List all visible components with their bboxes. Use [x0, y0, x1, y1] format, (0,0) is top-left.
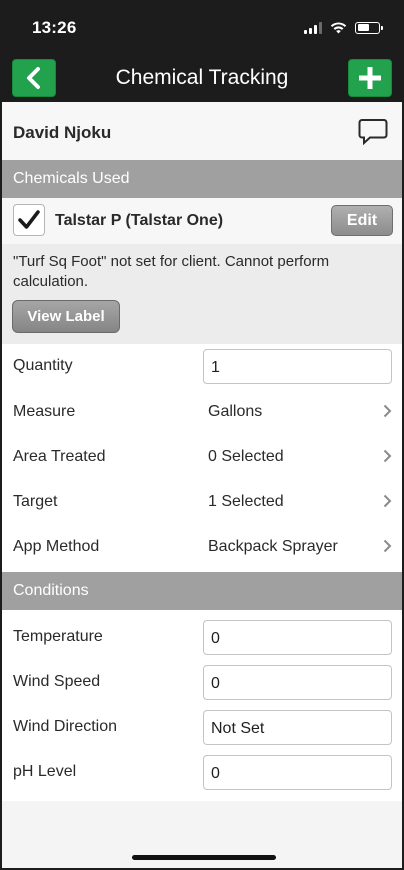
- chevron-right-icon: [383, 539, 392, 553]
- wind-direction-label: Wind Direction: [13, 718, 118, 735]
- wind-speed-label: Wind Speed: [13, 673, 101, 690]
- checkmark-icon: [18, 210, 40, 229]
- warning-text: "Turf Sq Foot" not set for client. Canno…: [13, 253, 330, 290]
- target-value: 1 Selected: [208, 493, 284, 510]
- status-time: 13:26: [32, 18, 77, 37]
- calculation-warning: "Turf Sq Foot" not set for client. Canno…: [2, 244, 402, 344]
- app-method-label: App Method: [13, 538, 100, 555]
- temperature-input[interactable]: 0: [203, 620, 392, 655]
- chat-bubble-icon[interactable]: [358, 118, 388, 146]
- ph-level-label: pH Level: [13, 763, 77, 780]
- ph-level-input[interactable]: 0: [203, 755, 392, 790]
- area-treated-row[interactable]: Area Treated 0 Selected: [2, 435, 402, 480]
- view-label-button[interactable]: View Label: [12, 300, 120, 333]
- plus-icon: [359, 67, 381, 89]
- nav-bar: Chemical Tracking: [2, 54, 402, 102]
- ph-level-row: pH Level 0: [2, 750, 402, 795]
- edit-button[interactable]: Edit: [331, 205, 393, 236]
- app-method-value: Backpack Sprayer: [208, 538, 338, 555]
- app-frame: 13:26 Chemical Tracking David Njoku Chem…: [0, 0, 404, 870]
- chevron-right-icon: [383, 494, 392, 508]
- chevron-right-icon: [383, 449, 392, 463]
- section-header-chemicals: Chemicals Used: [2, 160, 402, 198]
- status-bar: 13:26: [2, 2, 402, 54]
- cellular-signal-icon: [304, 21, 322, 34]
- temperature-label: Temperature: [13, 628, 103, 645]
- wind-direction-input[interactable]: Not Set: [203, 710, 392, 745]
- temperature-row: Temperature 0: [2, 615, 402, 660]
- chemical-row: Talstar P (Talstar One) Edit: [2, 198, 402, 244]
- wind-direction-row: Wind Direction Not Set: [2, 705, 402, 750]
- quantity-label: Quantity: [13, 357, 73, 374]
- client-name: David Njoku: [13, 123, 112, 142]
- wind-speed-input[interactable]: 0: [203, 665, 392, 700]
- chevron-right-icon: [383, 404, 392, 418]
- section-header-conditions: Conditions: [2, 572, 402, 610]
- app-method-row[interactable]: App Method Backpack Sprayer: [2, 525, 402, 570]
- target-label: Target: [13, 493, 58, 510]
- area-treated-value: 0 Selected: [208, 448, 284, 465]
- chemical-name: Talstar P (Talstar One): [55, 212, 224, 229]
- measure-label: Measure: [13, 403, 76, 420]
- page-title: Chemical Tracking: [115, 66, 289, 89]
- quantity-row: Quantity 1: [2, 344, 402, 389]
- chemical-checkbox[interactable]: [13, 204, 45, 236]
- status-icons: [304, 21, 383, 34]
- measure-row[interactable]: Measure Gallons: [2, 390, 402, 435]
- wifi-icon: [330, 22, 347, 34]
- conditions-fields: Temperature 0 Wind Speed 0 Wind Directio…: [2, 610, 402, 801]
- chemical-fields: Quantity 1 Measure Gallons Area Treated …: [2, 344, 402, 572]
- wind-speed-row: Wind Speed 0: [2, 660, 402, 705]
- quantity-input[interactable]: 1: [203, 349, 392, 384]
- client-header: David Njoku: [2, 102, 402, 160]
- measure-value: Gallons: [208, 403, 263, 420]
- add-button[interactable]: [348, 59, 392, 97]
- home-indicator[interactable]: [132, 855, 276, 860]
- target-row[interactable]: Target 1 Selected: [2, 480, 402, 525]
- battery-icon: [355, 21, 383, 34]
- area-treated-label: Area Treated: [13, 448, 106, 465]
